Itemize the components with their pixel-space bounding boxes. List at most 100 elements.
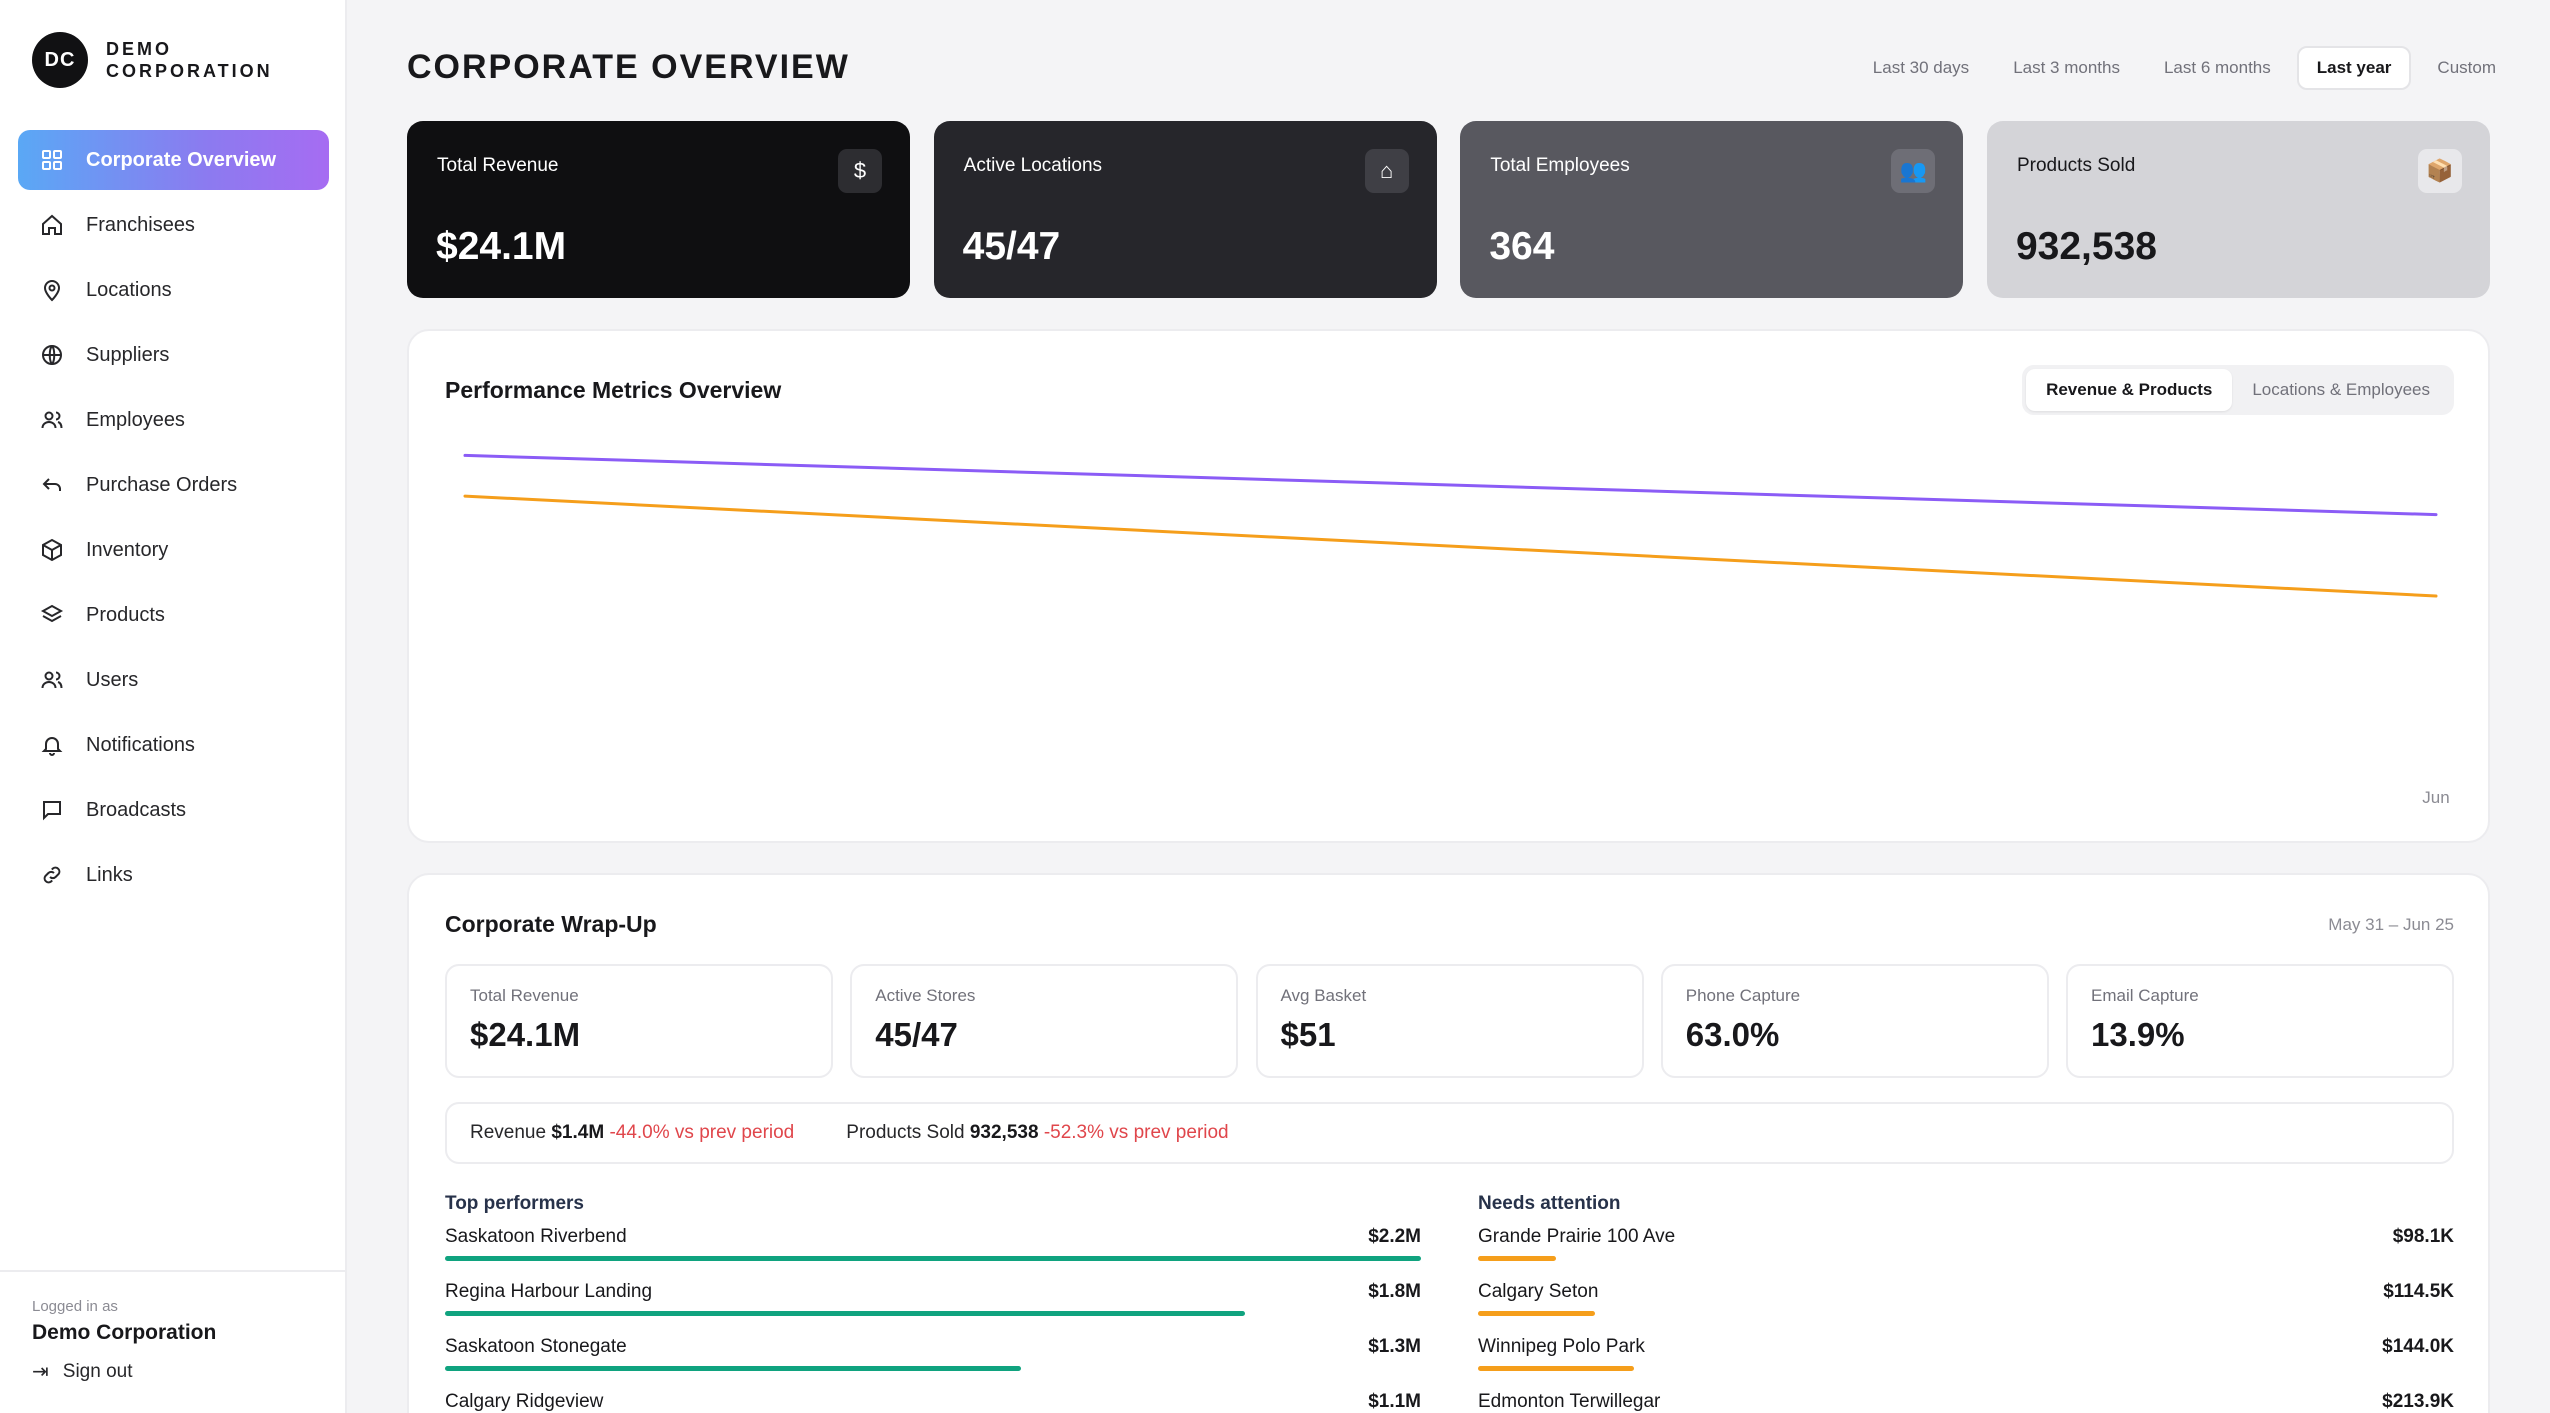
location-name: Saskatoon Stonegate	[445, 1336, 627, 1357]
sidebar-item-broadcasts[interactable]: Broadcasts	[18, 780, 329, 840]
sidebar-item-links[interactable]: Links	[18, 845, 329, 905]
kpi-label: Active Locations	[963, 155, 1103, 176]
list-item[interactable]: Edmonton Terwillegar $213.9K	[1478, 1380, 2454, 1413]
list-item[interactable]: Calgary Ridgeview $1.1M	[445, 1380, 1421, 1413]
needs-attention: Needs attention Grande Prairie 100 Ave $…	[1478, 1193, 2454, 1413]
logged-in-label: Logged in as	[32, 1298, 118, 1315]
sidebar-item-suppliers[interactable]: Suppliers	[18, 325, 329, 385]
globe-icon	[40, 343, 64, 367]
stat-label: Avg Basket	[1280, 986, 1367, 1005]
range-last-year[interactable]: Last year	[2296, 46, 2412, 90]
stat-avg-basket: Avg Basket $51	[1255, 964, 1644, 1078]
revenue-bar	[1478, 1311, 1595, 1316]
stat-email-capture: Email Capture 13.9%	[2066, 964, 2454, 1078]
list-item[interactable]: Winnipeg Polo Park $144.0K	[1478, 1325, 2454, 1380]
revenue-bar	[1478, 1366, 1634, 1371]
map-pin-icon	[40, 278, 64, 302]
performance-card: Jun Performance Metrics Overview Revenue…	[407, 329, 2490, 843]
sidebar-footer: Logged in as Demo Corporation ⇥ Sign out	[0, 1270, 345, 1413]
compare-revenue: Revenue $1.4M -44.0% vs prev period	[470, 1122, 794, 1144]
kpi-value: 364	[1489, 225, 1555, 268]
series-line-1	[463, 494, 2438, 598]
location-value: $98.1K	[2392, 1226, 2454, 1247]
x-tick-label: Jun	[2422, 788, 2449, 807]
compare-value: 932,538	[969, 1122, 1039, 1143]
wrapup-card: Corporate Wrap-Up May 31 – Jun 25 Total …	[407, 873, 2490, 1413]
compare-change: -52.3% vs prev period	[1043, 1122, 1229, 1143]
sidebar-item-label: Broadcasts	[86, 798, 187, 821]
stat-value: $24.1M	[470, 1016, 581, 1053]
sidebar-item-label: Products	[86, 603, 165, 626]
sidebar-item-inventory[interactable]: Inventory	[18, 520, 329, 580]
sidebar-item-label: Employees	[86, 408, 185, 431]
series-line-0	[463, 453, 2438, 517]
stat-value: $51	[1280, 1016, 1336, 1053]
sign-out-button[interactable]: ⇥ Sign out	[32, 1359, 313, 1384]
list-item[interactable]: Regina Harbour Landing $1.8M	[445, 1270, 1421, 1325]
people-icon: 👥	[1891, 149, 1936, 193]
users-icon	[40, 668, 64, 692]
sidebar-item-products[interactable]: Products	[18, 585, 329, 645]
list-item[interactable]: Calgary Seton $114.5K	[1478, 1270, 2454, 1325]
needs-attention-title: Needs attention	[1478, 1193, 1621, 1214]
kpi-value: $24.1M	[436, 225, 567, 268]
package-icon: 📦	[2417, 149, 2462, 193]
list-item[interactable]: Grande Prairie 100 Ave $98.1K	[1478, 1215, 2454, 1270]
sidebar-item-franchisees[interactable]: Franchisees	[18, 195, 329, 255]
compare-label: Products Sold	[846, 1122, 965, 1143]
location-name: Calgary Seton	[1478, 1281, 1599, 1302]
sidebar-item-label: Inventory	[86, 538, 169, 561]
message-square-icon	[40, 798, 64, 822]
location-name: Regina Harbour Landing	[445, 1281, 653, 1302]
wrapup-date-range: May 31 – Jun 25	[2328, 915, 2454, 934]
sidebar-item-employees[interactable]: Employees	[18, 390, 329, 450]
location-value: $2.2M	[1368, 1226, 1421, 1247]
page-title: CORPORATE OVERVIEW	[407, 48, 850, 86]
location-name: Saskatoon Riverbend	[445, 1226, 627, 1247]
kpi-value: 932,538	[2015, 225, 2157, 268]
period-comparison: Revenue $1.4M -44.0% vs prev period Prod…	[445, 1102, 2454, 1164]
revenue-bar	[1478, 1256, 1556, 1261]
stat-label: Total Revenue	[470, 986, 579, 1005]
sidebar-item-label: Suppliers	[86, 343, 170, 366]
sidebar-item-locations[interactable]: Locations	[18, 260, 329, 320]
stat-value: 63.0%	[1685, 1016, 1780, 1053]
performance-tabs: Revenue & Products Locations & Employees	[2022, 365, 2454, 415]
stat-value: 13.9%	[2091, 1016, 2185, 1053]
performance-title: Performance Metrics Overview	[445, 377, 782, 403]
compare-value: $1.4M	[551, 1122, 605, 1143]
range-last-6-months[interactable]: Last 6 months	[2146, 48, 2289, 88]
house-icon: ⌂	[1364, 149, 1409, 193]
brand-name-line1: DEMO	[106, 39, 172, 59]
revenue-bar	[445, 1311, 1245, 1316]
list-item[interactable]: Saskatoon Stonegate $1.3M	[445, 1325, 1421, 1380]
list-item[interactable]: Saskatoon Riverbend $2.2M	[445, 1215, 1421, 1270]
brand-name: DEMO CORPORATION	[106, 38, 273, 82]
stat-active-stores: Active Stores 45/47	[850, 964, 1239, 1078]
sidebar-item-label: Notifications	[86, 733, 195, 756]
sidebar: DC DEMO CORPORATION Corporate Overview F…	[0, 0, 347, 1413]
location-name: Calgary Ridgeview	[445, 1391, 604, 1412]
kpi-label: Products Sold	[2016, 155, 2136, 176]
stat-total-revenue: Total Revenue $24.1M	[445, 964, 833, 1078]
location-value: $1.8M	[1368, 1281, 1421, 1302]
sidebar-item-notifications[interactable]: Notifications	[18, 715, 329, 775]
range-last-3-months[interactable]: Last 3 months	[1995, 48, 2138, 88]
bell-icon	[40, 733, 64, 757]
brand[interactable]: DC DEMO CORPORATION	[32, 32, 273, 88]
sidebar-nav: Corporate Overview Franchisees Locations…	[18, 130, 329, 910]
tab-revenue-products[interactable]: Revenue & Products	[2026, 369, 2233, 411]
sidebar-item-purchase-orders[interactable]: Purchase Orders	[18, 455, 329, 515]
compare-products-sold: Products Sold 932,538 -52.3% vs prev per…	[846, 1122, 1228, 1144]
logged-in-name: Demo Corporation	[32, 1321, 217, 1344]
wrapup-title: Corporate Wrap-Up	[445, 911, 657, 937]
range-last-30-days[interactable]: Last 30 days	[1855, 48, 1987, 88]
sidebar-item-users[interactable]: Users	[18, 650, 329, 710]
location-name: Grande Prairie 100 Ave	[1478, 1226, 1676, 1247]
range-custom[interactable]: Custom	[2419, 48, 2514, 88]
location-value: $114.5K	[2383, 1281, 2454, 1302]
kpi-label: Total Employees	[1490, 155, 1630, 176]
sidebar-item-corporate-overview[interactable]: Corporate Overview	[18, 130, 329, 190]
tab-locations-employees[interactable]: Locations & Employees	[2232, 369, 2450, 411]
compare-change: -44.0% vs prev period	[609, 1122, 795, 1143]
